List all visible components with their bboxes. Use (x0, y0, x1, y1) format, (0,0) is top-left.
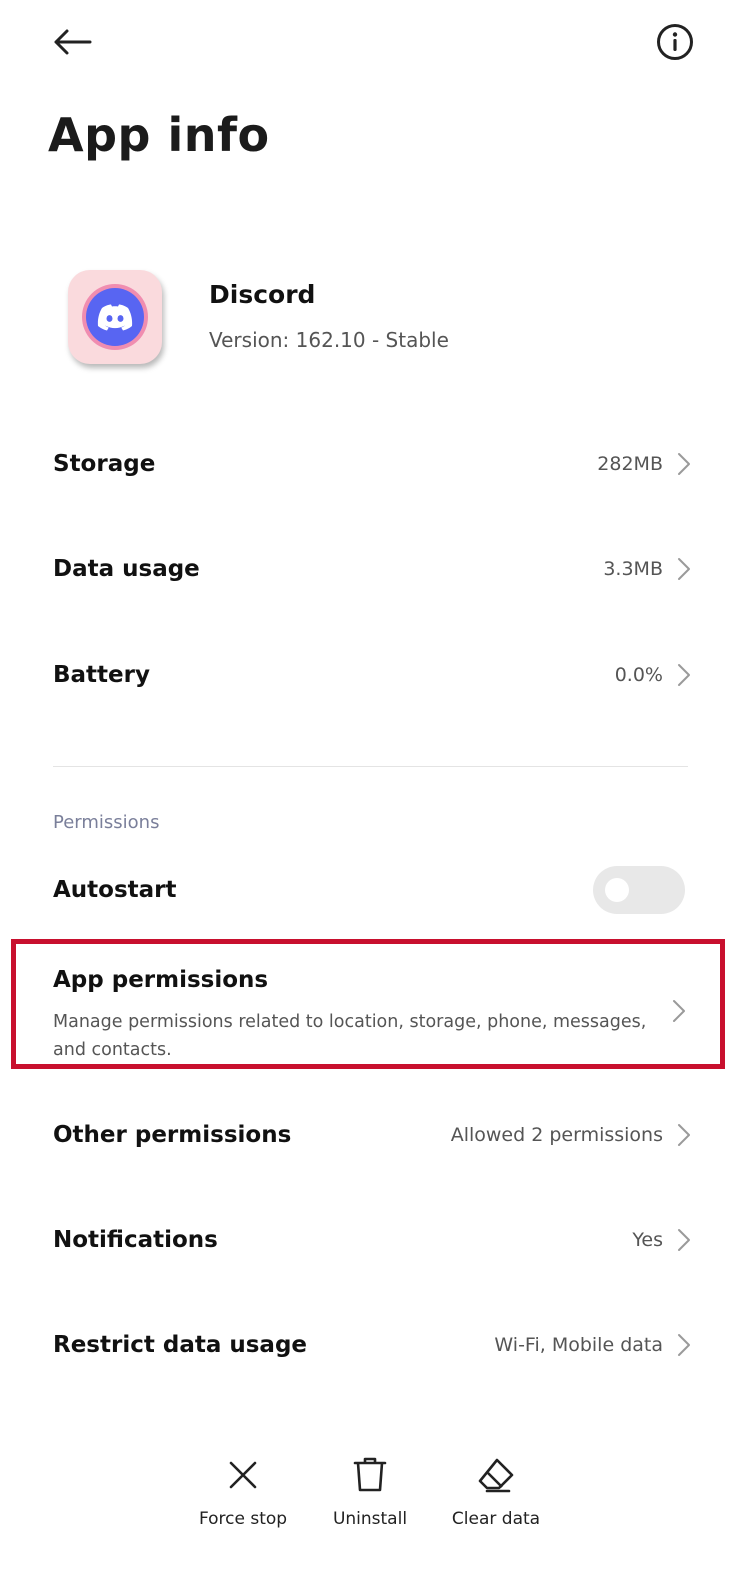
chevron-right-icon (675, 1332, 693, 1358)
trash-icon (350, 1455, 390, 1495)
uninstall-label: Uninstall (332, 1509, 408, 1529)
chevron-right-icon (670, 998, 688, 1024)
autostart-toggle[interactable] (593, 866, 685, 914)
battery-label: Battery (53, 662, 150, 688)
data-usage-value: 3.3MB (603, 558, 663, 580)
other-permissions-row[interactable]: Other permissions Allowed 2 permissions (53, 1107, 693, 1163)
chevron-right-icon (675, 662, 693, 688)
notifications-value: Yes (632, 1229, 663, 1251)
toggle-knob (605, 878, 629, 902)
autostart-label: Autostart (53, 877, 177, 903)
discord-logo-icon (86, 288, 144, 346)
notifications-label: Notifications (53, 1227, 218, 1253)
permissions-section-header: Permissions (53, 812, 160, 833)
page-title: App info (48, 108, 270, 162)
info-icon[interactable] (655, 22, 695, 62)
storage-label: Storage (53, 451, 156, 477)
data-usage-row[interactable]: Data usage 3.3MB (53, 541, 693, 597)
battery-row[interactable]: Battery 0.0% (53, 647, 693, 703)
chevron-right-icon (675, 1227, 693, 1253)
storage-value: 282MB (597, 453, 663, 475)
chevron-right-icon (675, 556, 693, 582)
restrict-data-usage-label: Restrict data usage (53, 1332, 308, 1358)
app-icon (68, 270, 162, 364)
other-permissions-value: Allowed 2 permissions (450, 1124, 663, 1146)
chevron-right-icon (675, 1122, 693, 1148)
eraser-icon (476, 1455, 516, 1495)
app-version: Version: 162.10 - Stable (209, 328, 449, 352)
clear-data-label: Clear data (451, 1509, 541, 1529)
other-permissions-label: Other permissions (53, 1122, 292, 1148)
force-stop-label: Force stop (198, 1509, 288, 1529)
chevron-right-icon (675, 451, 693, 477)
battery-value: 0.0% (614, 664, 663, 686)
uninstall-button[interactable]: Uninstall (310, 1455, 430, 1529)
notifications-row[interactable]: Notifications Yes (53, 1212, 693, 1268)
force-stop-button[interactable]: Force stop (183, 1455, 303, 1529)
restrict-data-usage-value: Wi-Fi, Mobile data (494, 1334, 663, 1356)
back-arrow-icon[interactable] (50, 22, 94, 62)
app-permissions-description: Manage permissions related to location, … (53, 1012, 647, 1060)
restrict-data-usage-row[interactable]: Restrict data usage Wi-Fi, Mobile data (53, 1317, 693, 1373)
app-permissions-label: App permissions (53, 967, 269, 993)
app-info-screen: App info Discord Version: 162.10 - Stabl… (0, 0, 752, 1594)
storage-row[interactable]: Storage 282MB (53, 436, 693, 492)
app-name: Discord (209, 280, 316, 309)
autostart-row: Autostart (53, 862, 453, 918)
close-x-icon (223, 1455, 263, 1495)
clear-data-button[interactable]: Clear data (436, 1455, 556, 1529)
data-usage-label: Data usage (53, 556, 200, 582)
divider (53, 766, 688, 767)
